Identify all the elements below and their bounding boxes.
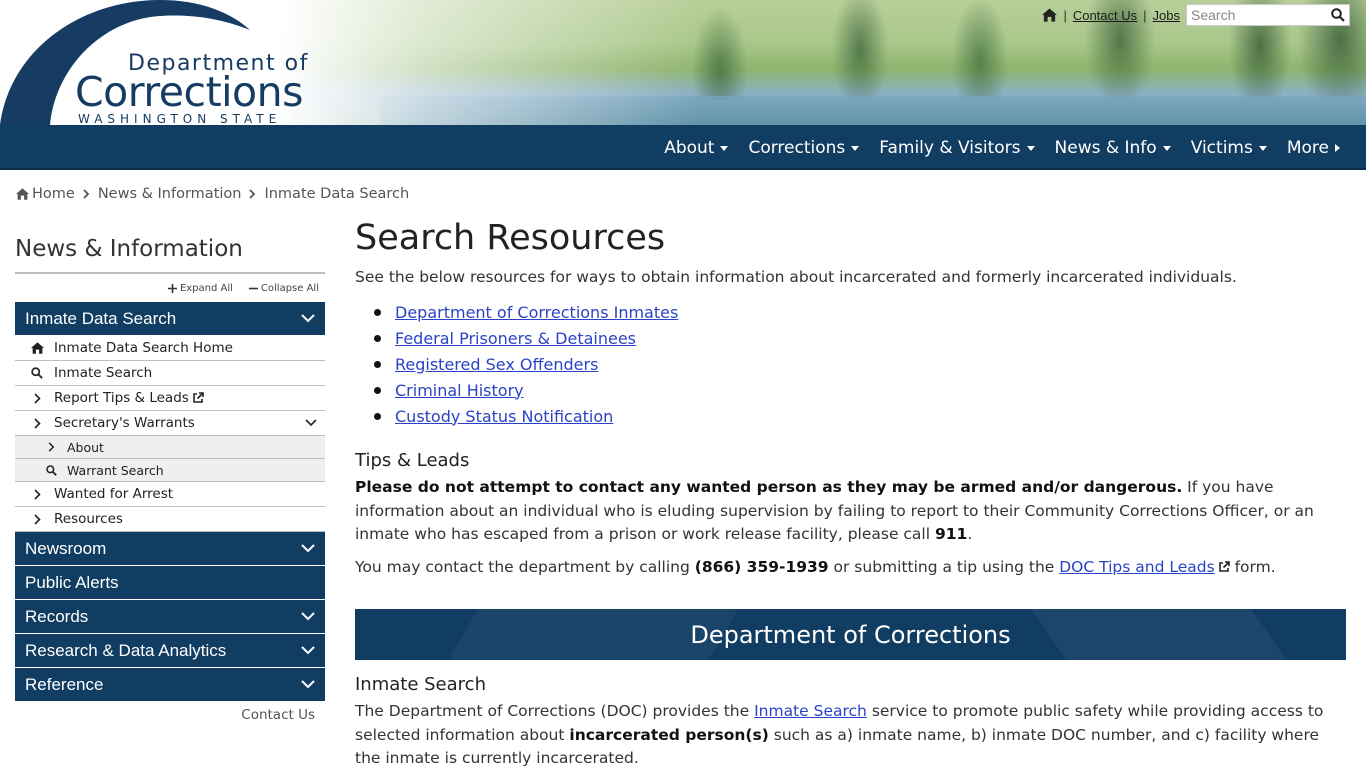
site-search bbox=[1186, 4, 1350, 26]
inmate-search-paragraph: The Department of Corrections (DOC) prov… bbox=[355, 702, 1324, 767]
link-doc-inmates[interactable]: Department of Corrections Inmates bbox=[395, 303, 678, 322]
chevron-right-icon bbox=[33, 417, 41, 429]
list-item: Custody Status Notification bbox=[374, 403, 1346, 429]
tips-contact-paragraph: You may contact the department by callin… bbox=[355, 557, 1276, 576]
section-banner: Department of Corrections bbox=[355, 609, 1346, 660]
sidebar-section-records[interactable]: Records bbox=[15, 600, 325, 634]
nav-victims[interactable]: Victims bbox=[1191, 138, 1267, 158]
main-content: Search Resources See the below resources… bbox=[355, 218, 1346, 768]
chevron-down-icon bbox=[301, 680, 315, 689]
sidebar-subitem-warrant-search[interactable]: Warrant Search bbox=[15, 459, 325, 482]
sidebar-subitem-about[interactable]: About bbox=[15, 436, 325, 459]
sidebar-item-report-tips-leads[interactable]: Report Tips & Leads bbox=[15, 386, 325, 411]
plus-icon bbox=[167, 283, 177, 293]
sidebar-section-reference[interactable]: Reference bbox=[15, 668, 325, 702]
chevron-down-icon bbox=[301, 544, 315, 553]
sidebar-section-public-alerts[interactable]: Public Alerts bbox=[15, 566, 325, 600]
tips-heading: Tips & Leads bbox=[355, 450, 470, 471]
home-icon bbox=[30, 342, 44, 354]
chevron-right-icon bbox=[83, 189, 90, 199]
main-navigation: About Corrections Family & Visitors News… bbox=[0, 125, 1366, 170]
list-item: Department of Corrections Inmates bbox=[374, 299, 1346, 325]
sidebar-item-resources[interactable]: Resources bbox=[15, 507, 325, 532]
nav-corrections[interactable]: Corrections bbox=[748, 138, 860, 158]
contact-us-link[interactable]: Contact Us bbox=[1073, 8, 1137, 23]
sidebar-section-newsroom[interactable]: Newsroom bbox=[15, 532, 325, 566]
sidebar-contact-link[interactable]: Contact Us bbox=[15, 707, 325, 723]
sidebar-item-wanted-for-arrest[interactable]: Wanted for Arrest bbox=[15, 482, 325, 507]
external-link-icon bbox=[1218, 560, 1230, 572]
nav-family-visitors[interactable]: Family & Visitors bbox=[879, 138, 1035, 158]
minus-icon bbox=[248, 287, 258, 289]
search-icon[interactable] bbox=[1331, 8, 1345, 22]
resource-links: Department of Corrections Inmates Federa… bbox=[374, 299, 1346, 429]
link-sex-offenders[interactable]: Registered Sex Offenders bbox=[395, 355, 598, 374]
chevron-down-icon bbox=[301, 314, 315, 323]
list-item: Criminal History bbox=[374, 377, 1346, 403]
chevron-right-icon bbox=[33, 513, 41, 525]
breadcrumb-news-information[interactable]: News & Information bbox=[98, 186, 242, 202]
caret-down-icon bbox=[1258, 146, 1267, 151]
doc-tips-leads-link[interactable]: DOC Tips and Leads bbox=[1059, 558, 1214, 576]
nav-about[interactable]: About bbox=[664, 138, 729, 158]
nav-more[interactable]: More bbox=[1287, 138, 1340, 158]
sidebar-title: News & Information bbox=[15, 236, 325, 274]
inmate-search-heading: Inmate Search bbox=[355, 674, 486, 695]
chevron-right-icon bbox=[249, 189, 256, 199]
caret-down-icon bbox=[1162, 146, 1171, 151]
search-icon bbox=[31, 367, 43, 379]
external-link-icon bbox=[193, 392, 204, 403]
logo-line3: WASHINGTON STATE bbox=[78, 112, 282, 125]
intro-text: See the below resources for ways to obta… bbox=[355, 268, 1237, 286]
page-title: Search Resources bbox=[355, 218, 666, 258]
inmate-search-link[interactable]: Inmate Search bbox=[754, 702, 867, 720]
list-item: Registered Sex Offenders bbox=[374, 351, 1346, 377]
home-icon bbox=[16, 188, 29, 200]
search-icon bbox=[45, 464, 57, 476]
site-header: Department of Corrections WASHINGTON STA… bbox=[0, 0, 1366, 125]
list-item: Federal Prisoners & Detainees bbox=[374, 325, 1346, 351]
breadcrumb-current: Inmate Data Search bbox=[264, 186, 410, 202]
sidebar-item-inmate-data-search-home[interactable]: Inmate Data Search Home bbox=[15, 336, 325, 361]
chevron-down-icon bbox=[301, 646, 315, 655]
link-criminal-history[interactable]: Criminal History bbox=[395, 381, 524, 400]
chevron-down-icon[interactable] bbox=[305, 419, 317, 427]
link-federal-prisoners[interactable]: Federal Prisoners & Detainees bbox=[395, 329, 636, 348]
home-icon[interactable] bbox=[1042, 8, 1058, 22]
sidebar-item-secretarys-warrants[interactable]: Secretary's Warrants bbox=[15, 411, 325, 436]
site-logo[interactable]: Department of Corrections WASHINGTON STA… bbox=[0, 0, 330, 125]
caret-right-icon bbox=[1335, 143, 1340, 152]
chevron-right-icon bbox=[48, 442, 54, 452]
search-input[interactable] bbox=[1191, 7, 1321, 23]
sidebar-item-inmate-search[interactable]: Inmate Search bbox=[15, 361, 325, 386]
caret-down-icon bbox=[1026, 146, 1035, 151]
sidebar: News & Information Expand All Collapse A… bbox=[15, 236, 325, 723]
expand-all-button[interactable]: Expand All bbox=[167, 283, 233, 294]
jobs-link[interactable]: Jobs bbox=[1153, 8, 1180, 23]
sidebar-section-research-data-analytics[interactable]: Research & Data Analytics bbox=[15, 634, 325, 668]
collapse-all-button[interactable]: Collapse All bbox=[248, 283, 319, 294]
sidebar-section-inmate-data-search[interactable]: Inmate Data Search bbox=[15, 302, 325, 336]
caret-down-icon bbox=[851, 146, 860, 151]
breadcrumb: Home News & Information Inmate Data Sear… bbox=[16, 186, 409, 202]
breadcrumb-home[interactable]: Home bbox=[16, 186, 75, 202]
chevron-right-icon bbox=[33, 392, 41, 404]
link-custody-status[interactable]: Custody Status Notification bbox=[395, 407, 613, 426]
logo-line2: Corrections bbox=[75, 68, 303, 116]
chevron-down-icon bbox=[301, 612, 315, 621]
utility-bar: | Contact Us | Jobs bbox=[1042, 4, 1350, 26]
nav-news-info[interactable]: News & Info bbox=[1055, 138, 1171, 158]
tips-paragraph: Please do not attempt to contact any wan… bbox=[355, 478, 1314, 543]
chevron-right-icon bbox=[33, 488, 41, 500]
caret-down-icon bbox=[720, 146, 729, 151]
